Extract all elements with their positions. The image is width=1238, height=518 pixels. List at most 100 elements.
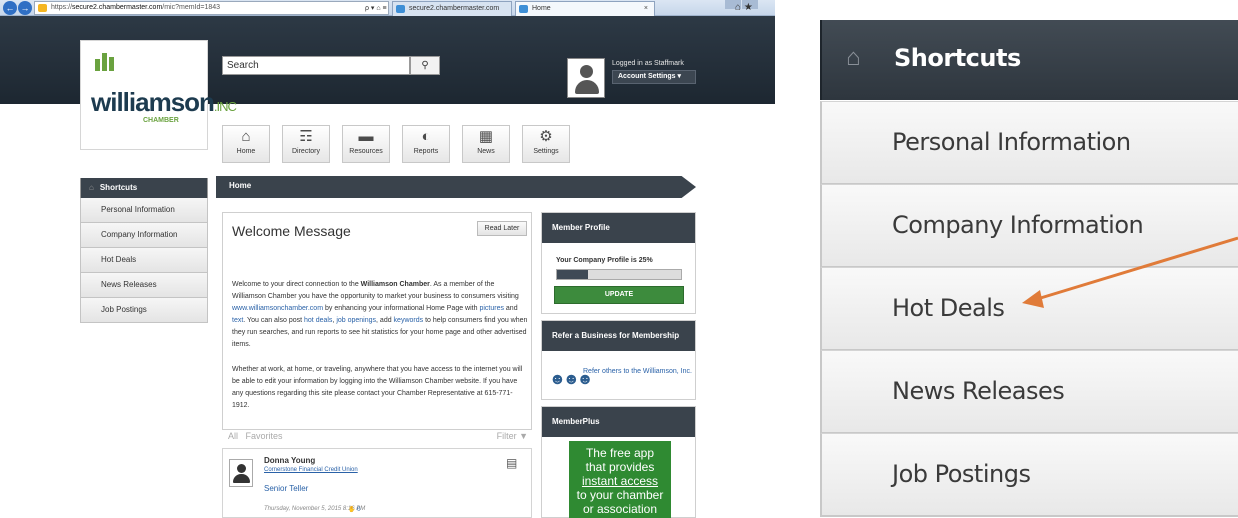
welcome-paragraph-2: Whether at work, at home, or traveling, … [232,366,523,409]
job-openings-link[interactable]: job openings [336,317,376,324]
address-bar[interactable]: https://secure2.chambermaster.com/mic?me… [34,1,389,15]
welcome-paragraph-1: Welcome to your direct connection to the… [232,281,528,348]
url-path: /mic?memId=1843 [162,4,221,11]
logo-subtitle: CHAMBER [143,117,179,124]
shortcuts-sidebar: ⌂ Shortcuts Personal Information Company … [80,178,208,323]
home-icon: ⌂ [89,183,94,192]
feed-item: Donna Young Cornerstone Financial Credit… [222,448,532,518]
search-input[interactable]: Search [222,56,410,75]
zoom-shortcuts-title: Shortcuts [894,44,1021,72]
tab-all[interactable]: All [228,431,238,441]
zoom-item-news-releases[interactable]: News Releases [820,350,1238,434]
favicon-icon [396,5,405,13]
browser-tab-home[interactable]: Home × [515,1,655,16]
search-icon: ⚲ [421,60,429,71]
chamber-logo[interactable]: williamson.INC CHAMBER [80,40,237,150]
zoomed-shortcuts-menu: ⌂ Shortcuts Personal Information Company… [820,0,1238,518]
sidebar-item-job-postings[interactable]: Job Postings [80,298,208,323]
nav-directory-button[interactable]: ☶ Directory [282,125,330,163]
refer-link[interactable]: Refer others to the Williamson, Inc. [583,366,693,377]
back-icon[interactable]: ← [3,1,17,15]
tab-favorites[interactable]: Favorites [246,431,283,441]
nav-label: News [477,148,495,155]
url-prefix: https:// [51,4,73,11]
search-button[interactable]: ⚲ [410,56,440,75]
favicon-icon [38,4,47,12]
building-icon: ▦ [478,128,494,145]
member-profile-card: Member Profile Your Company Profile is 2… [541,212,696,314]
favicon-icon [519,5,528,13]
sidebar-item-news-releases[interactable]: News Releases [80,273,208,298]
memberplus-title: MemberPlus [542,407,695,437]
avatar-head [580,65,593,78]
pie-chart-icon: ◐ [421,128,431,145]
nav-home-button[interactable]: ⌂ Home [222,125,270,163]
nav-settings-button[interactable]: ⚙ Settings [522,125,570,163]
user-avatar[interactable] [567,58,605,98]
home-favorites-icons[interactable]: ⌂ ★ [735,2,753,13]
pictures-link[interactable]: pictures [479,305,504,312]
keywords-link[interactable]: keywords [394,317,424,324]
feed-tabs: All Favorites Filter ▼ [228,431,532,445]
nav-news-button[interactable]: ▦ News [462,125,510,163]
briefcase-icon: ▤ [506,456,518,470]
read-later-button[interactable]: Read Later [477,221,527,236]
nav-label: Directory [291,148,320,155]
account-settings-button[interactable]: Account Settings ▾ [612,70,696,84]
nav-resources-button[interactable]: ▬ Resources [342,125,390,163]
user-avatar[interactable] [229,459,253,487]
profile-progress-fill [557,270,588,279]
filter-button[interactable]: Filter ▼ [497,431,528,441]
zoom-item-job-postings[interactable]: Job Postings [820,433,1238,517]
breadcrumb: Home [216,176,696,198]
url-host: secure2.chambermaster.com [72,4,163,11]
zoom-shortcuts-header: ⌂ Shortcuts [820,20,1238,100]
website-link[interactable]: www.williamsonchamber.com [232,305,323,312]
shortcuts-header: ⌂ Shortcuts [80,178,208,198]
people-icon: ☶ [299,128,313,145]
browser-tab-chambermaster[interactable]: secure2.chambermaster.com [392,1,512,16]
feed-company-link[interactable]: Cornerstone Financial Credit Union [264,467,358,473]
member-profile-title: Member Profile [542,213,695,243]
zoom-item-personal-information[interactable]: Personal Information [820,101,1238,185]
hot-deals-link[interactable]: hot deals [304,317,332,324]
text-link[interactable]: text [232,317,243,324]
thumbs-up-icon: ✋ [348,507,356,513]
nav-reports-button[interactable]: ◐ Reports [402,125,450,163]
profile-progress-bar [556,269,682,280]
tab-title: secure2.chambermaster.com [409,5,500,12]
feed-user-name[interactable]: Donna Young [264,456,315,465]
logo-text: williamson.INC [91,87,237,117]
sidebar-item-personal-information[interactable]: Personal Information [80,198,208,223]
browser-screenshot: ← → https://secure2.chambermaster.com/mi… [0,0,775,518]
welcome-panel: Welcome Message Read Later Welcome to yo… [222,212,532,430]
like-button[interactable]: ✋ 0 [348,506,361,513]
feed-role-link[interactable]: Senior Teller [264,484,308,493]
zoom-item-hot-deals[interactable]: Hot Deals [820,267,1238,351]
refer-title: Refer a Business for Membership [542,321,695,351]
browser-toolbar: ← → https://secure2.chambermaster.com/mi… [0,0,775,16]
close-tab-icon[interactable]: × [644,2,648,16]
sidebar-item-hot-deals[interactable]: Hot Deals [80,248,208,273]
gear-icon: ⚙ [539,128,553,145]
logged-in-label: Logged in as Staffmark [612,60,684,67]
home-icon: ⌂ [846,44,861,71]
refer-business-card: Refer a Business for Membership ☻☻☻ Refe… [541,320,696,400]
avatar-body [575,80,599,94]
nav-label: Home [236,148,256,155]
forward-icon[interactable]: → [18,1,32,15]
address-tools[interactable]: ρ ▾ ⌂ ≡ C [365,3,388,14]
zoom-item-company-information[interactable]: Company Information [820,184,1238,268]
memberplus-card: MemberPlus The free app that provides in… [541,406,696,518]
sidebar-item-company-information[interactable]: Company Information [80,223,208,248]
nav-label: Reports [413,148,439,155]
nav-label: Resources [349,148,383,155]
home-icon: ⌂ [241,128,251,145]
memberplus-promo[interactable]: The free app that provides instant acces… [569,441,671,518]
folder-icon: ▬ [358,128,374,145]
profile-completion-text: Your Company Profile is 25% [556,257,653,264]
tab-title: Home [532,5,551,12]
like-count: 0 [357,507,361,513]
breadcrumb-home[interactable]: Home [229,181,251,190]
update-button[interactable]: UPDATE [554,286,684,304]
